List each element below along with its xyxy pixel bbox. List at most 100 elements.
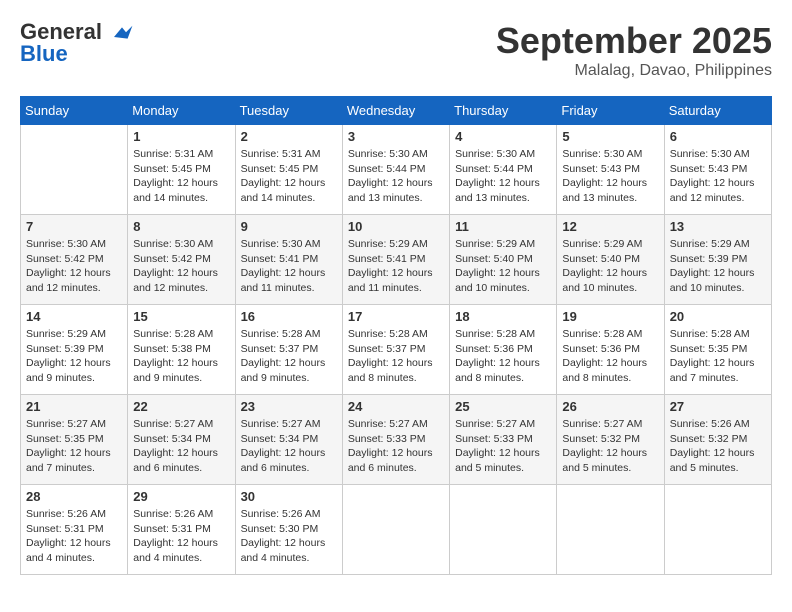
day-info: Sunrise: 5:28 AM Sunset: 5:36 PM Dayligh… [562, 327, 658, 386]
day-info: Sunrise: 5:29 AM Sunset: 5:40 PM Dayligh… [455, 237, 551, 296]
logo: General Blue [20, 20, 134, 67]
day-number: 11 [455, 219, 551, 234]
calendar-cell: 28Sunrise: 5:26 AM Sunset: 5:31 PM Dayli… [21, 485, 128, 575]
day-info: Sunrise: 5:28 AM Sunset: 5:37 PM Dayligh… [241, 327, 337, 386]
day-info: Sunrise: 5:31 AM Sunset: 5:45 PM Dayligh… [133, 147, 229, 206]
weekday-header-friday: Friday [557, 97, 664, 125]
day-number: 12 [562, 219, 658, 234]
day-info: Sunrise: 5:30 AM Sunset: 5:44 PM Dayligh… [455, 147, 551, 206]
calendar-cell [21, 125, 128, 215]
day-number: 20 [670, 309, 766, 324]
day-number: 29 [133, 489, 229, 504]
calendar-cell: 27 Sunrise: 5:26 AM Sunset: 5:32 PM Dayli… [664, 395, 771, 485]
day-number: 4 [455, 129, 551, 144]
calendar-cell: 16Sunrise: 5:28 AM Sunset: 5:37 PM Dayli… [235, 305, 342, 395]
day-number: 1 [133, 129, 229, 144]
day-number: 15 [133, 309, 229, 324]
day-info: Sunrise: 5:28 AM Sunset: 5:36 PM Dayligh… [455, 327, 551, 386]
week-row-5: 28 Sunrise: 5:26 AM Sunset: 5:31 PM Dayli… [21, 485, 772, 575]
weekday-header-wednesday: Wednesday [342, 97, 449, 125]
calendar-cell: 26 Sunrise: 5:27 AM Sunset: 5:32 PM Dayli… [557, 395, 664, 485]
day-info: Sunrise: 5:28 AM Sunset: 5:38 PM Dayligh… [133, 327, 229, 386]
day-number: 30 [241, 489, 337, 504]
calendar-cell [557, 485, 664, 575]
calendar-table: SundayMondayTuesdayWednesdayThursdayFrid… [20, 96, 772, 575]
day-info: Sunrise: 5:27 AM Sunset: 5:32 PM Dayligh… [562, 417, 658, 476]
calendar-cell [342, 485, 449, 575]
day-number: 25 [455, 399, 551, 414]
day-number: 22 [133, 399, 229, 414]
day-number: 17 [348, 309, 444, 324]
day-number: 7 [26, 219, 122, 234]
day-number: 19 [562, 309, 658, 324]
day-info: Sunrise: 5:27 AM Sunset: 5:33 PM Dayligh… [455, 417, 551, 476]
day-info: Sunrise: 5:30 AM Sunset: 5:44 PM Dayligh… [348, 147, 444, 206]
calendar-cell: 25 Sunrise: 5:27 AM Sunset: 5:33 PM Dayli… [450, 395, 557, 485]
day-info: Sunrise: 5:29 AM Sunset: 5:39 PM Dayligh… [670, 237, 766, 296]
calendar-cell: 8Sunrise: 5:30 AM Sunset: 5:42 PM Daylig… [128, 215, 235, 305]
calendar-cell: 18 Sunrise: 5:28 AM Sunset: 5:36 PM Dayli… [450, 305, 557, 395]
calendar-cell: 30Sunrise: 5:26 AM Sunset: 5:30 PM Dayli… [235, 485, 342, 575]
day-number: 10 [348, 219, 444, 234]
day-info: Sunrise: 5:26 AM Sunset: 5:31 PM Dayligh… [133, 507, 229, 566]
day-info: Sunrise: 5:27 AM Sunset: 5:33 PM Dayligh… [348, 417, 444, 476]
title-area: September 2025 Malalag, Davao, Philippin… [496, 20, 772, 80]
day-number: 24 [348, 399, 444, 414]
calendar-cell: 11 Sunrise: 5:29 AM Sunset: 5:40 PM Dayli… [450, 215, 557, 305]
day-number: 6 [670, 129, 766, 144]
day-number: 5 [562, 129, 658, 144]
day-info: Sunrise: 5:31 AM Sunset: 5:45 PM Dayligh… [241, 147, 337, 206]
day-info: Sunrise: 5:29 AM Sunset: 5:39 PM Dayligh… [26, 327, 122, 386]
calendar-cell: 13 Sunrise: 5:29 AM Sunset: 5:39 PM Dayli… [664, 215, 771, 305]
calendar-cell: 24 Sunrise: 5:27 AM Sunset: 5:33 PM Dayli… [342, 395, 449, 485]
logo-bird-icon [110, 21, 134, 45]
calendar-cell: 4 Sunrise: 5:30 AM Sunset: 5:44 PM Daylig… [450, 125, 557, 215]
week-row-1: 1 Sunrise: 5:31 AM Sunset: 5:45 PM Daylig… [21, 125, 772, 215]
weekday-header-thursday: Thursday [450, 97, 557, 125]
day-info: Sunrise: 5:29 AM Sunset: 5:40 PM Dayligh… [562, 237, 658, 296]
calendar-cell: 10Sunrise: 5:29 AM Sunset: 5:41 PM Dayli… [342, 215, 449, 305]
calendar-cell: 22 Sunrise: 5:27 AM Sunset: 5:34 PM Dayli… [128, 395, 235, 485]
calendar-cell [664, 485, 771, 575]
location-title: Malalag, Davao, Philippines [496, 62, 772, 80]
day-info: Sunrise: 5:28 AM Sunset: 5:37 PM Dayligh… [348, 327, 444, 386]
day-number: 9 [241, 219, 337, 234]
calendar-cell: 1 Sunrise: 5:31 AM Sunset: 5:45 PM Daylig… [128, 125, 235, 215]
day-number: 26 [562, 399, 658, 414]
calendar-cell: 17 Sunrise: 5:28 AM Sunset: 5:37 PM Dayli… [342, 305, 449, 395]
day-info: Sunrise: 5:30 AM Sunset: 5:41 PM Dayligh… [241, 237, 337, 296]
calendar-cell: 21 Sunrise: 5:27 AM Sunset: 5:35 PM Dayli… [21, 395, 128, 485]
calendar-cell: 19 Sunrise: 5:28 AM Sunset: 5:36 PM Dayli… [557, 305, 664, 395]
weekday-header-saturday: Saturday [664, 97, 771, 125]
weekday-header-tuesday: Tuesday [235, 97, 342, 125]
weekday-header-row: SundayMondayTuesdayWednesdayThursdayFrid… [21, 97, 772, 125]
day-number: 21 [26, 399, 122, 414]
calendar-cell: 20Sunrise: 5:28 AM Sunset: 5:35 PM Dayli… [664, 305, 771, 395]
week-row-4: 21 Sunrise: 5:27 AM Sunset: 5:35 PM Dayli… [21, 395, 772, 485]
calendar-cell [450, 485, 557, 575]
weekday-header-monday: Monday [128, 97, 235, 125]
day-info: Sunrise: 5:27 AM Sunset: 5:34 PM Dayligh… [241, 417, 337, 476]
day-info: Sunrise: 5:27 AM Sunset: 5:34 PM Dayligh… [133, 417, 229, 476]
day-number: 23 [241, 399, 337, 414]
calendar-cell: 29 Sunrise: 5:26 AM Sunset: 5:31 PM Dayli… [128, 485, 235, 575]
calendar-cell: 7 Sunrise: 5:30 AM Sunset: 5:42 PM Daylig… [21, 215, 128, 305]
day-info: Sunrise: 5:26 AM Sunset: 5:32 PM Dayligh… [670, 417, 766, 476]
calendar-cell: 14Sunrise: 5:29 AM Sunset: 5:39 PM Dayli… [21, 305, 128, 395]
calendar-body: 1 Sunrise: 5:31 AM Sunset: 5:45 PM Daylig… [21, 125, 772, 575]
calendar-cell: 2Sunrise: 5:31 AM Sunset: 5:45 PM Daylig… [235, 125, 342, 215]
day-number: 28 [26, 489, 122, 504]
calendar-cell: 3 Sunrise: 5:30 AM Sunset: 5:44 PM Daylig… [342, 125, 449, 215]
day-info: Sunrise: 5:30 AM Sunset: 5:43 PM Dayligh… [562, 147, 658, 206]
day-number: 18 [455, 309, 551, 324]
calendar-cell: 9 Sunrise: 5:30 AM Sunset: 5:41 PM Daylig… [235, 215, 342, 305]
day-number: 13 [670, 219, 766, 234]
day-number: 3 [348, 129, 444, 144]
day-number: 27 [670, 399, 766, 414]
day-info: Sunrise: 5:27 AM Sunset: 5:35 PM Dayligh… [26, 417, 122, 476]
calendar-cell: 12 Sunrise: 5:29 AM Sunset: 5:40 PM Dayli… [557, 215, 664, 305]
calendar-cell: 23 Sunrise: 5:27 AM Sunset: 5:34 PM Dayli… [235, 395, 342, 485]
week-row-2: 7 Sunrise: 5:30 AM Sunset: 5:42 PM Daylig… [21, 215, 772, 305]
weekday-header-sunday: Sunday [21, 97, 128, 125]
day-info: Sunrise: 5:30 AM Sunset: 5:42 PM Dayligh… [26, 237, 122, 296]
